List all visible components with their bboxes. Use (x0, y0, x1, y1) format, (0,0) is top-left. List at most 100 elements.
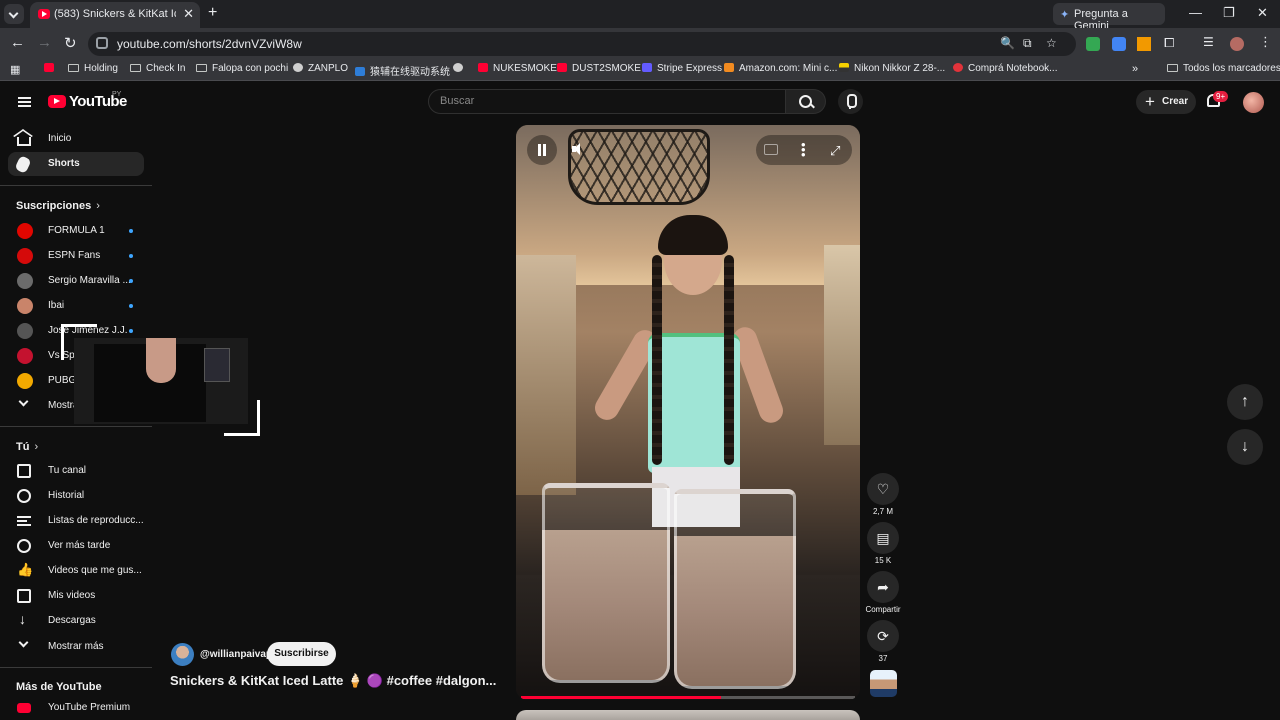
minimize-icon[interactable]: — (1189, 5, 1202, 20)
browser-tab-strip: (583) Snickers & KitKat Iced Latte ✕ + ✦… (0, 0, 1280, 32)
apps-grid-icon[interactable]: ▦ (10, 63, 20, 76)
playlist-icon (17, 516, 31, 526)
short-title[interactable]: Snickers & KitKat Iced Latte 🍦 🟣 #coffee… (170, 673, 500, 689)
bookmark-holding[interactable]: Holding (68, 63, 118, 74)
sidebar-item-label: Videos que me gus... (48, 565, 142, 576)
share-label: Compartir (865, 605, 901, 614)
channel-name[interactable]: @willianpaivap (200, 649, 272, 660)
sidebar-item-your-channel[interactable]: Tu canal (8, 459, 144, 483)
pause-button[interactable] (527, 135, 557, 165)
sidebar-item-downloads[interactable]: ↓ Descargas (8, 609, 144, 633)
bookmark-dust2smoke[interactable]: DUST2SMOKE (557, 63, 641, 74)
back-arrow-icon[interactable]: ← (10, 34, 25, 51)
next-short-button[interactable]: ↓ (1227, 429, 1263, 465)
tab-search-button[interactable] (4, 4, 24, 24)
progress-bar[interactable] (521, 696, 855, 699)
sidebar-item-home[interactable]: Inicio (8, 127, 144, 151)
sidebar-sub-espn[interactable]: ESPN Fans (8, 244, 144, 268)
new-tab-button[interactable]: + (208, 4, 217, 22)
ask-gemini-button[interactable]: ✦ Pregunta a Gemini (1053, 3, 1165, 32)
all-bookmarks[interactable]: Todos los marcadores (1167, 63, 1280, 74)
bookmark-compra-notebook[interactable]: Comprá Notebook... (953, 63, 1058, 74)
previous-short-button[interactable]: ↑ (1227, 384, 1263, 420)
subscribe-button[interactable]: Suscribirse (267, 642, 336, 666)
comments-button[interactable]: ▤ (867, 522, 899, 554)
captions-icon[interactable] (764, 144, 778, 155)
sidebar-item-my-videos[interactable]: Mis videos (8, 584, 144, 608)
share-button[interactable]: ➦ (867, 571, 899, 603)
subscriptions-header[interactable]: Suscripciones › (16, 200, 100, 212)
install-app-icon[interactable]: ⧉ (1023, 36, 1032, 51)
bookmark-youtube-icon[interactable] (44, 63, 59, 74)
browser-tab-active[interactable]: (583) Snickers & KitKat Iced Latte ✕ (30, 2, 200, 28)
maximize-icon[interactable]: ❐ (1223, 5, 1235, 21)
sidebar-item-label: ESPN Fans (48, 250, 101, 261)
media-control-icon[interactable]: ☰ (1203, 35, 1214, 49)
search-box[interactable] (428, 89, 786, 114)
extension-play-icon[interactable] (1137, 37, 1151, 51)
sidebar-show-more[interactable]: Mostrar más (8, 635, 144, 659)
sidebar-sub-ibai[interactable]: Ibai (8, 294, 144, 318)
remix-button[interactable]: ⟳ (867, 620, 899, 652)
video-icon (17, 589, 31, 603)
extension-blue-icon[interactable] (1112, 37, 1126, 51)
bookmark-zanplo[interactable]: ZANPLO (293, 63, 348, 74)
bookmark-amazon[interactable]: Amazon.com: Mini c... (724, 63, 837, 74)
you-header[interactable]: Tú › (16, 441, 38, 453)
account-avatar[interactable] (1243, 92, 1264, 113)
extensions-puzzle-icon[interactable]: ⧠ (1164, 35, 1174, 51)
menu-hamburger-icon[interactable] (18, 97, 31, 107)
sidebar-sub-formula1[interactable]: FORMULA 1 (8, 219, 144, 243)
voice-search-mic-icon[interactable] (838, 89, 863, 114)
sidebar-item-history[interactable]: Historial (8, 484, 144, 508)
next-short-preview[interactable] (516, 710, 860, 720)
channel-avatar[interactable] (171, 643, 194, 666)
search-input[interactable] (440, 95, 770, 107)
sidebar-item-label: YouTube Premium (48, 702, 131, 713)
more-options-icon[interactable]: • • • (801, 138, 806, 161)
bookmarks-overflow-icon[interactable]: » (1132, 63, 1138, 75)
bookmark-driver[interactable]: 猿辅在线驱动系统 (355, 63, 450, 78)
bookmark-falopa[interactable]: Falopa con pochi (196, 63, 288, 74)
share-arrow-icon: ➦ (877, 579, 889, 595)
bookmark-star-icon[interactable]: ☆ (1046, 36, 1057, 50)
like-button[interactable]: ♡ (867, 473, 899, 505)
sidebar-item-label: FORMULA 1 (48, 225, 105, 236)
extension-green-icon[interactable] (1086, 37, 1100, 51)
sound-thumbnail[interactable] (870, 670, 897, 697)
close-window-icon[interactable]: ✕ (1257, 5, 1268, 21)
sidebar-item-liked-videos[interactable]: 👍 Videos que me gus... (8, 559, 144, 583)
bookmark-stripe-express[interactable]: Stripe Express (642, 63, 722, 74)
bookmark-check-in[interactable]: Check In (130, 63, 185, 74)
sidebar-item-label: Mostrar más (48, 641, 104, 652)
youtube-logo-icon[interactable] (48, 95, 66, 108)
webcam-overlay (74, 338, 248, 424)
sidebar-item-watch-later[interactable]: Ver más tarde (8, 534, 144, 558)
sidebar-item-shorts[interactable]: Shorts (8, 152, 144, 176)
omnibox[interactable]: youtube.com/shorts/2dvnVZviW8w 🔍 ⧉ ☆ (88, 32, 1076, 56)
sidebar-sub-sergio[interactable]: Sergio Maravilla ... (8, 269, 144, 293)
volume-icon[interactable] (572, 143, 580, 155)
arrow-down-icon: ↓ (1241, 438, 1249, 455)
zoom-icon[interactable]: 🔍 (1000, 36, 1015, 50)
tab-close-icon[interactable]: ✕ (183, 6, 194, 22)
sidebar-item-youtube-premium[interactable]: YouTube Premium (8, 696, 144, 720)
bookmark-nukesmoke[interactable]: NUKESMOKE (478, 63, 557, 74)
fullscreen-icon[interactable]: ⤢ (830, 143, 840, 159)
profile-avatar[interactable] (1230, 37, 1244, 51)
bookmark-globe-icon[interactable] (453, 63, 468, 74)
overlay-frame-corner (224, 400, 260, 436)
reload-icon[interactable]: ↻ (64, 34, 77, 52)
chrome-menu-icon[interactable]: ⋮ (1259, 34, 1272, 50)
url-text[interactable]: youtube.com/shorts/2dvnVZviW8w (117, 37, 302, 51)
forward-arrow-icon[interactable]: → (37, 34, 52, 51)
site-info-icon[interactable] (96, 37, 108, 49)
create-button[interactable]: + Crear (1136, 90, 1196, 114)
sidebar-item-label: Ibai (48, 300, 65, 311)
bookmark-nikon[interactable]: Nikon Nikkor Z 28-... (839, 63, 945, 74)
sidebar-item-playlists[interactable]: Listas de reproducc... (8, 509, 144, 533)
search-button[interactable] (786, 89, 826, 114)
divider (0, 185, 152, 186)
progress-fill (521, 696, 722, 699)
shorts-video-player[interactable]: • • • ⤢ (516, 125, 860, 700)
